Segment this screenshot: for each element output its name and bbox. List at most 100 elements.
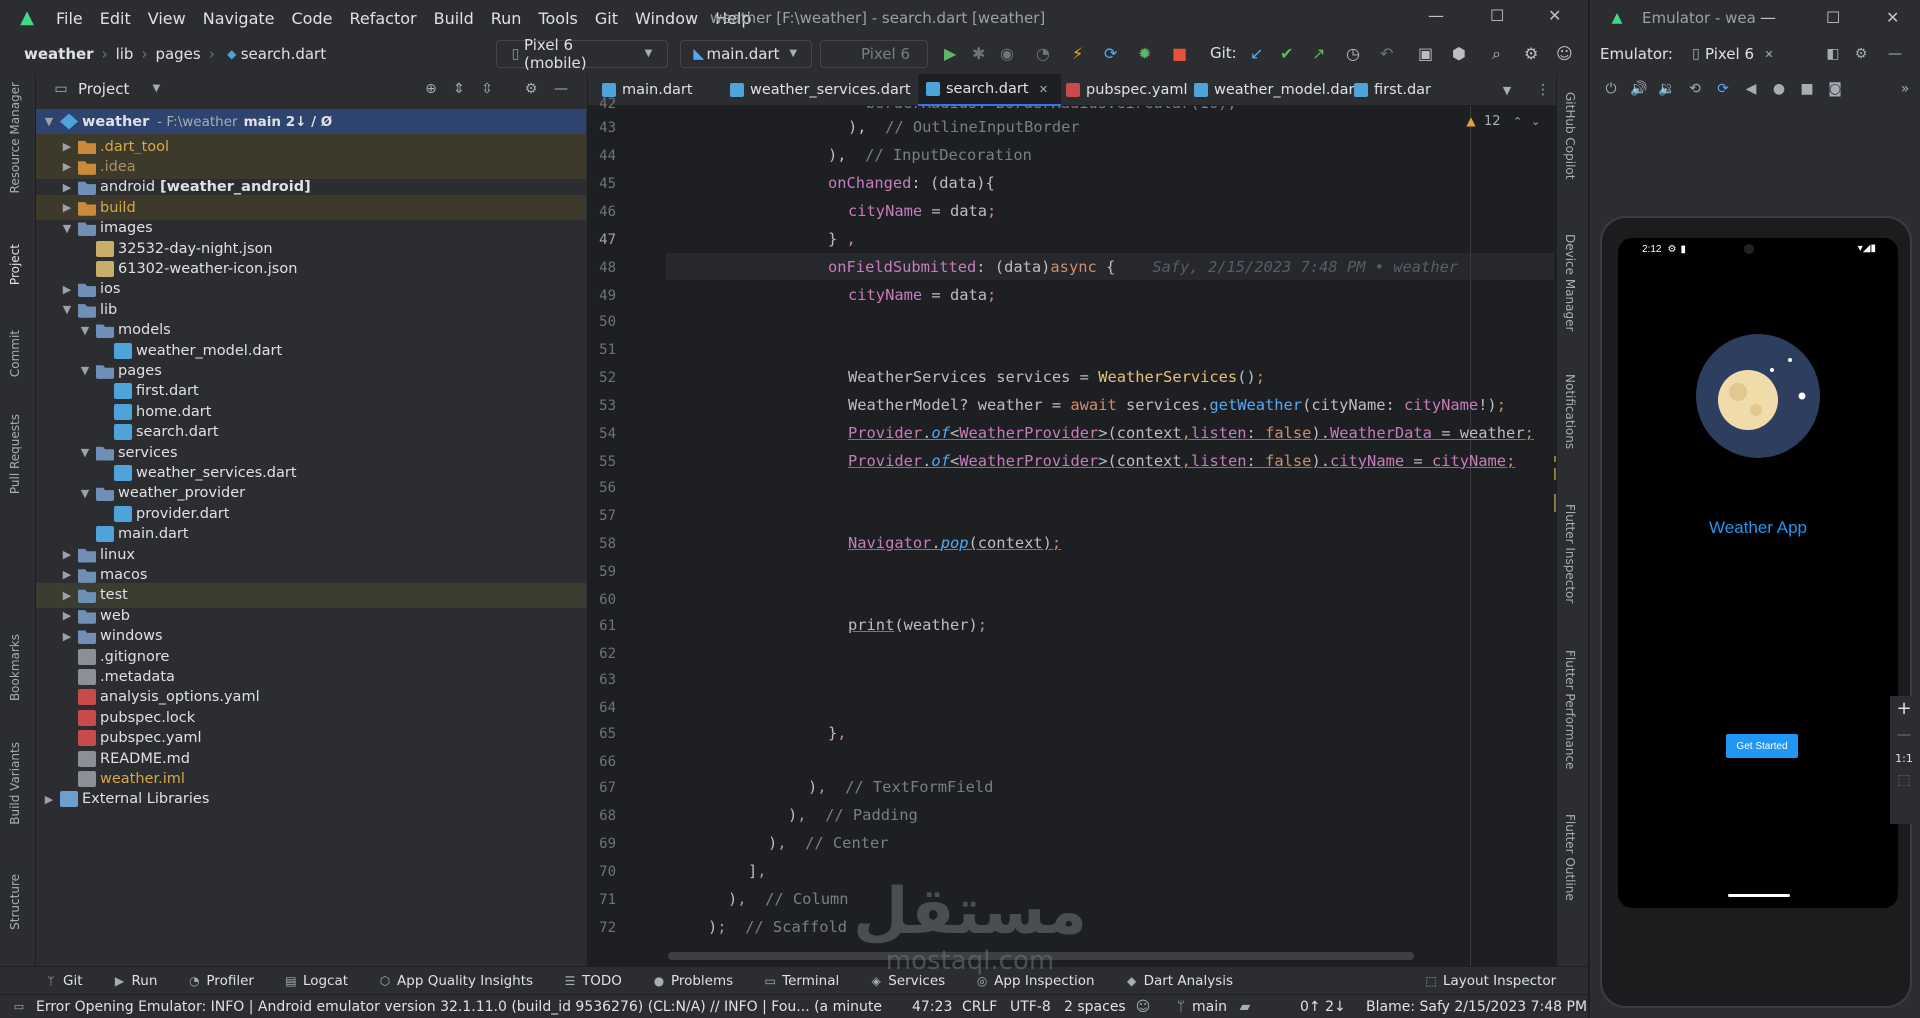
chevron-down-icon[interactable]: ▼ — [58, 303, 76, 316]
tab-first-dart[interactable]: first.dar — [1346, 74, 1439, 106]
line-number[interactable]: 62 — [588, 646, 616, 662]
chevron-down-icon[interactable]: ▼ — [76, 446, 94, 459]
tool-git[interactable]: ᛘ Git — [44, 972, 82, 990]
chevron-down-icon[interactable]: ▼ — [58, 222, 76, 235]
chevron-right-icon[interactable]: ▶ — [58, 181, 76, 194]
line-number[interactable]: 54 — [588, 426, 616, 442]
tool-dart-analysis[interactable]: ◆ Dart Analysis — [1125, 972, 1233, 990]
tab-weather-model[interactable]: weather_model.dart — [1186, 74, 1368, 106]
menu-git[interactable]: Git — [595, 9, 618, 28]
tool-project[interactable]: Project — [8, 244, 22, 285]
rotate-left-icon[interactable]: ⟲ — [1686, 80, 1704, 98]
rotate-right-icon[interactable]: ⟳ — [1714, 80, 1732, 98]
line-number[interactable]: 57 — [588, 508, 616, 524]
emu-hide-icon[interactable]: — — [1886, 45, 1904, 63]
tab-list-chevron-icon[interactable]: ▼ — [1498, 81, 1516, 99]
tool-todo[interactable]: ☰ TODO — [563, 972, 622, 990]
profile-icon[interactable]: ◉ — [1000, 44, 1014, 63]
tool-run[interactable]: ▶ Run — [113, 972, 158, 990]
tool-github-copilot[interactable]: GitHub Copilot — [1563, 92, 1577, 179]
tool-structure[interactable]: Structure — [8, 874, 22, 930]
tool-layout-inspector[interactable]: ⬚ Layout Inspector — [1424, 972, 1556, 990]
stop-icon[interactable]: ■ — [1172, 44, 1187, 63]
line-number[interactable]: 65 — [588, 726, 616, 742]
tool-profiler[interactable]: ◔ Profiler — [187, 972, 254, 990]
close-button[interactable]: ✕ — [1548, 6, 1561, 25]
horizontal-scrollbar[interactable] — [668, 952, 1414, 960]
gesture-bar[interactable] — [1728, 894, 1790, 897]
attach-debugger-icon[interactable]: ✹ — [1138, 44, 1151, 63]
debug-icon[interactable]: ✱ — [972, 44, 985, 63]
line-number[interactable]: 52 — [588, 370, 616, 386]
hot-reload-icon[interactable]: ⚡ — [1072, 44, 1083, 63]
chevron-right-icon[interactable]: ▶ — [58, 568, 76, 581]
tool-terminal[interactable]: ▭ Terminal — [763, 972, 840, 990]
settings-gear-icon[interactable]: ⚙ — [1524, 44, 1538, 63]
menu-build[interactable]: Build — [434, 9, 474, 28]
avatar-icon[interactable]: ☺ — [1556, 44, 1573, 63]
volume-down-icon[interactable]: 🔉 — [1658, 80, 1676, 98]
menu-window[interactable]: Window — [635, 9, 698, 28]
tool-build-variants[interactable]: Build Variants — [8, 742, 22, 825]
options-gear-icon[interactable]: ⚙ — [522, 80, 540, 98]
line-number[interactable]: 53 — [588, 398, 616, 414]
line-number[interactable]: 63 — [588, 672, 616, 688]
line-number[interactable]: 45 — [588, 176, 616, 192]
tool-services[interactable]: ◈ Services — [869, 972, 946, 990]
indent-setting[interactable]: 2 spaces — [1064, 999, 1126, 1015]
zoom-ratio[interactable]: 1:1 — [1895, 752, 1913, 765]
tree-root[interactable]: ▼ weather - F:\weather main 2↓ / Ø — [36, 109, 586, 134]
tool-notifications[interactable]: Notifications — [1563, 374, 1577, 449]
menu-refactor[interactable]: Refactor — [349, 9, 416, 28]
line-number[interactable]: 50 — [588, 314, 616, 330]
tool-app-quality-insights[interactable]: ⬡ App Quality Insights — [378, 972, 533, 990]
event-log-icon[interactable]: ▰ — [1236, 998, 1254, 1016]
chevron-right-icon[interactable]: ▶ — [58, 201, 76, 214]
chevron-down-icon[interactable]: ▼ — [76, 324, 94, 337]
breadcrumb-project[interactable]: weather — [24, 45, 94, 63]
tree-item-external-libraries[interactable]: ▶ External Libraries — [36, 787, 586, 812]
power-icon[interactable]: ⏻ — [1602, 80, 1620, 98]
line-number[interactable]: 58 — [588, 536, 616, 552]
menu-tools[interactable]: Tools — [538, 9, 577, 28]
file-encoding[interactable]: UTF-8 — [1010, 999, 1051, 1015]
screenshot-icon[interactable]: ◙ — [1826, 80, 1844, 98]
line-number[interactable]: 72 — [588, 920, 616, 936]
line-number[interactable]: 70 — [588, 864, 616, 880]
breadcrumb-lib[interactable]: lib — [116, 45, 134, 63]
chevron-right-icon[interactable]: ▶ — [58, 140, 76, 153]
hide-panel-icon[interactable]: — — [552, 80, 570, 98]
line-number[interactable]: 68 — [588, 808, 616, 824]
blame-info[interactable]: Blame: Safy 2/15/2023 7:48 PM — [1366, 999, 1587, 1015]
hot-restart-icon[interactable]: ⟳ — [1104, 44, 1117, 63]
git-push-icon[interactable]: ↗ — [1312, 44, 1325, 63]
chevron-down-icon[interactable]: ▼ — [40, 115, 58, 128]
overview-icon[interactable]: ■ — [1798, 80, 1816, 98]
layout-toggle-icon[interactable]: ◧ — [1824, 45, 1842, 63]
emu-close-button[interactable]: ✕ — [1886, 8, 1899, 27]
line-number[interactable]: 42 — [588, 96, 616, 112]
tool-flutter-outline[interactable]: Flutter Outline — [1563, 814, 1577, 901]
chevron-down-icon[interactable]: ▼ — [76, 364, 94, 377]
status-message[interactable]: Error Opening Emulator: INFO | Android e… — [36, 999, 886, 1015]
line-number[interactable]: 69 — [588, 836, 616, 852]
tool-device-manager[interactable]: Device Manager — [1563, 234, 1577, 331]
minimize-button[interactable]: — — [1428, 6, 1444, 25]
run-config-selector[interactable]: ◣ main.dart ▼ — [680, 40, 812, 68]
menu-file[interactable]: File — [56, 9, 83, 28]
git-counts[interactable]: 0↑ 2↓ — [1300, 999, 1346, 1015]
menu-view[interactable]: View — [148, 9, 186, 28]
search-icon[interactable]: ⌕ — [1492, 44, 1501, 64]
chevron-right-icon[interactable]: ▶ — [58, 630, 76, 643]
status-window-icon[interactable]: ▭ — [10, 998, 28, 1016]
line-number[interactable]: 48 — [588, 260, 616, 276]
cursor-position[interactable]: 47:23 — [912, 999, 952, 1015]
emu-maximize-button[interactable]: ☐ — [1826, 8, 1840, 27]
line-number[interactable]: 60 — [588, 592, 616, 608]
tab-search-dart[interactable]: search.dart ✕ — [918, 74, 1061, 106]
emulator-device-tab[interactable]: Pixel 6 — [1705, 45, 1754, 63]
emu-minimize-button[interactable]: — — [1760, 8, 1776, 27]
line-number[interactable]: 49 — [588, 288, 616, 304]
line-number[interactable]: 44 — [588, 148, 616, 164]
device-manager-icon[interactable]: ▣ — [1418, 44, 1433, 63]
